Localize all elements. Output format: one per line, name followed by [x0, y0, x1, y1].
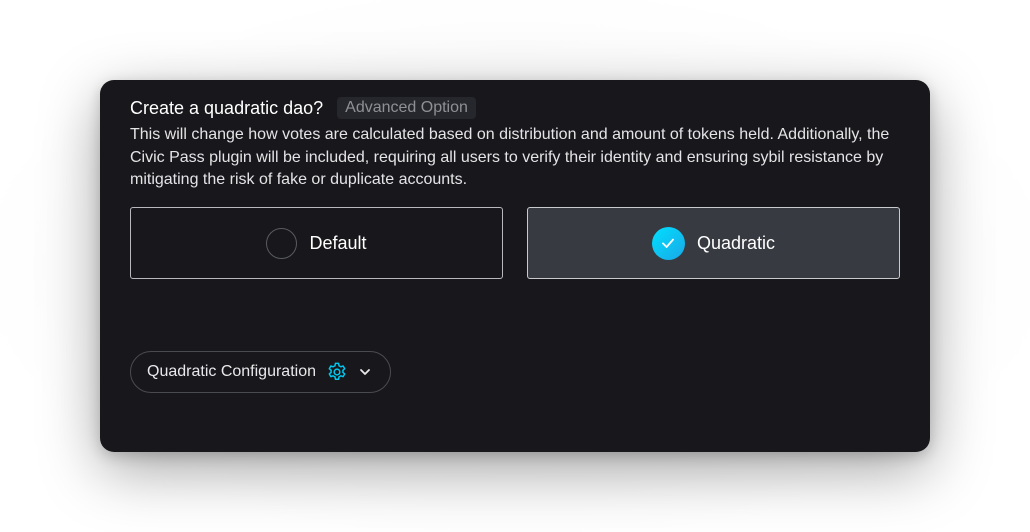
advanced-option-badge: Advanced Option [337, 97, 476, 119]
quadratic-configuration-label: Quadratic Configuration [147, 363, 316, 380]
card-title: Create a quadratic dao? [130, 98, 324, 118]
checkmark-icon [651, 226, 685, 260]
card-description: This will change how votes are calculate… [130, 126, 890, 188]
backdrop: Create a quadratic dao? Advanced Option … [0, 0, 1030, 532]
default-option-button[interactable]: Default [130, 207, 503, 279]
quadratic-configuration-toggle[interactable]: Quadratic Configuration [130, 351, 391, 393]
chevron-down-icon [358, 365, 372, 379]
title-row: Create a quadratic dao? Advanced Option [130, 96, 476, 120]
gear-icon [326, 361, 348, 383]
unchecked-radio-icon [266, 227, 298, 259]
default-option-label: Default [309, 233, 367, 253]
quadratic-dao-card: Create a quadratic dao? Advanced Option … [100, 80, 930, 452]
quadratic-option-button[interactable]: Quadratic [527, 207, 900, 279]
quadratic-option-label: Quadratic [696, 233, 776, 253]
